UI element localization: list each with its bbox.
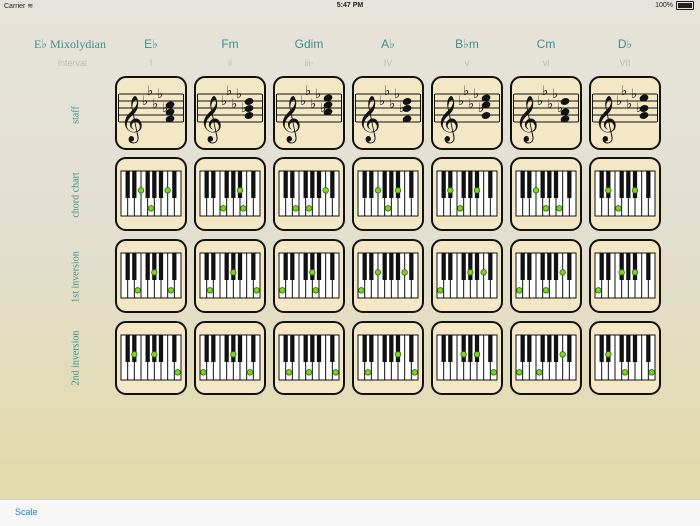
flat-icon: ♭ (394, 87, 400, 102)
staff-card-5[interactable]: 𝄞 ♭ ♭ ♭ ♭ ♭ (431, 76, 503, 150)
chord-name-3[interactable]: Gdim (270, 37, 348, 51)
roman-numeral-6: vi (542, 58, 550, 68)
staff-card-3[interactable]: 𝄞 ♭ ♭ ♭ ♭ ♭ (273, 76, 345, 150)
chord-name-7[interactable]: D♭ (586, 37, 664, 51)
second-inversion-card-6[interactable] (510, 321, 582, 395)
row-label-first-inversion: 1st inversion (70, 251, 82, 303)
second-inversion-card-2[interactable] (194, 321, 266, 395)
staff-card-2[interactable]: 𝄞 ♭ ♭ ♭ ♭ ♭ (194, 76, 266, 150)
row-label-staff: staff (70, 106, 82, 124)
chord-name-6[interactable]: Cm (507, 37, 585, 51)
battery-icon (676, 1, 694, 10)
second-inversion-card-1[interactable] (115, 321, 187, 395)
flat-icon: ♭ (236, 87, 242, 102)
staff-card-7[interactable]: 𝄞 ♭ ♭ ♭ ♭ ♭ (589, 76, 661, 150)
flat-icon: ♭ (473, 87, 479, 102)
chord-chart-card-7[interactable] (589, 157, 661, 231)
treble-clef-icon: 𝄞 (120, 96, 144, 144)
scale-title[interactable]: E♭ Mixolydian (34, 37, 106, 52)
battery-percent: 100% (655, 2, 673, 9)
clock: 5:47 PM (336, 2, 364, 9)
staff-card-6[interactable]: 𝄞 ♭ ♭ ♭ ♭ ♭ (510, 76, 582, 150)
treble-clef-icon: 𝄞 (278, 96, 302, 144)
staff-card-1[interactable]: 𝄞 ♭ ♭ ♭ ♭ ♭ (115, 76, 187, 150)
flat-icon: ♭ (631, 87, 637, 102)
treble-clef-icon: 𝄞 (357, 96, 381, 144)
chord-name-1[interactable]: E♭ (112, 37, 190, 51)
staff-card-4[interactable]: 𝄞 ♭ ♭ ♭ ♭ ♭ (352, 76, 424, 150)
first-inversion-card-2[interactable] (194, 239, 266, 313)
chord-chart-card-6[interactable] (510, 157, 582, 231)
chord-chart-card-2[interactable] (194, 157, 266, 231)
roman-numeral-7: VII (619, 58, 631, 68)
chord-name-5[interactable]: B♭m (428, 37, 506, 51)
first-inversion-card-5[interactable] (431, 239, 503, 313)
roman-numeral-3: iii◦ (304, 58, 314, 68)
chord-name-2[interactable]: Fm (191, 37, 269, 51)
status-bar: Carrier ≋ 5:47 PM 100% (0, 0, 700, 12)
row-label-second-inversion: 2nd inversion (70, 330, 82, 386)
roman-numeral-2: ii (228, 58, 232, 68)
first-inversion-card-6[interactable] (510, 239, 582, 313)
chord-chart-card-5[interactable] (431, 157, 503, 231)
second-inversion-card-7[interactable] (589, 321, 661, 395)
first-inversion-card-4[interactable] (352, 239, 424, 313)
flat-icon: ♭ (552, 87, 558, 102)
roman-numeral-5: v (464, 58, 470, 68)
interval-label: interval (58, 58, 88, 68)
chord-chart-card-4[interactable] (352, 157, 424, 231)
second-inversion-card-3[interactable] (273, 321, 345, 395)
treble-clef-icon: 𝄞 (436, 96, 460, 144)
second-inversion-card-5[interactable] (431, 321, 503, 395)
treble-clef-icon: 𝄞 (515, 96, 539, 144)
flat-icon: ♭ (157, 87, 163, 102)
treble-clef-icon: 𝄞 (594, 96, 618, 144)
scale-button[interactable]: Scale (15, 507, 38, 517)
first-inversion-card-1[interactable] (115, 239, 187, 313)
row-label-chord-chart: chord chart (70, 172, 82, 218)
flat-icon: ♭ (315, 87, 321, 102)
roman-numeral-4: IV (383, 58, 393, 68)
roman-numeral-1: I (149, 58, 153, 68)
second-inversion-card-4[interactable] (352, 321, 424, 395)
bottom-toolbar: Scale (0, 499, 700, 526)
chord-chart-card-1[interactable] (115, 157, 187, 231)
battery-indicator: 100% (655, 1, 694, 10)
treble-clef-icon: 𝄞 (199, 96, 223, 144)
chord-name-4[interactable]: A♭ (349, 37, 427, 51)
chord-chart-card-3[interactable] (273, 157, 345, 231)
first-inversion-card-3[interactable] (273, 239, 345, 313)
first-inversion-card-7[interactable] (589, 239, 661, 313)
